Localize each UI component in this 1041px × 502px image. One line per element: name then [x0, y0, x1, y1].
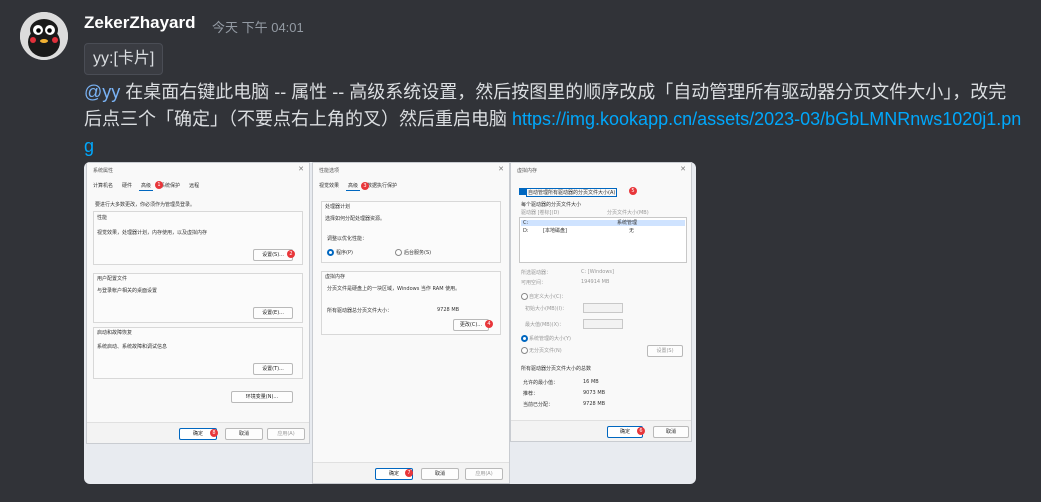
per-drive-title: 每个驱动器的分页文件大小 — [521, 202, 582, 208]
drive-label: [本地磁盘] — [543, 228, 567, 234]
window-title: 系统属性 — [93, 168, 114, 174]
admin-note: 要进行大多数更改，你必须作为管理员登录。 — [95, 202, 196, 208]
startup-recovery-desc: 系统启动、系统故障和调试信息 — [97, 344, 168, 350]
drive-letter: D: — [523, 228, 529, 234]
step-badge: 5 — [629, 187, 637, 195]
environment-variables-button[interactable]: 环境变量(N)... — [231, 391, 293, 403]
recommended-label: 推荐： — [523, 391, 539, 397]
step-badge: 4 — [485, 320, 493, 328]
drive-letter: C: — [523, 220, 529, 226]
auto-manage-label: 自动管理所有驱动器的分页文件大小(A) — [526, 188, 618, 197]
card-tag[interactable]: yy:[卡片] — [84, 43, 164, 75]
adjust-label: 调整以优化性能： — [327, 236, 368, 242]
column-drive: 驱动器 [卷标](D) — [521, 210, 560, 216]
username[interactable]: ZekerZhayard — [84, 13, 196, 33]
step-badge: 3 — [361, 182, 369, 190]
timestamp: 今天 下午 04:01 — [212, 20, 304, 35]
tab-remote[interactable]: 远程 — [187, 181, 201, 191]
set-button[interactable]: 设置(S) — [647, 345, 683, 357]
dialog-button-bar: 确定 7 取消 应用(A) — [313, 462, 509, 483]
column-size: 分页文件大小(MB) — [607, 210, 649, 216]
cancel-button[interactable]: 取消 — [421, 468, 459, 480]
custom-size-radio[interactable] — [521, 293, 528, 300]
max-size-input[interactable] — [583, 319, 623, 329]
space-label: 可用空间： — [521, 280, 547, 286]
tab-dep[interactable]: 数据执行保护 — [365, 181, 399, 191]
virtual-memory-total-label: 所有驱动器总分页文件大小： — [327, 308, 393, 314]
min-label: 允许的最小值： — [523, 380, 559, 386]
services-label: 后台服务(S) — [404, 250, 432, 256]
startup-recovery-settings-button[interactable]: 设置(T)... — [253, 363, 293, 375]
system-managed-label: 系统管理的大小(Y) — [529, 336, 571, 342]
tab-bar: 视觉效果 高级 数据执行保护 — [317, 181, 399, 191]
space-value: 194914 MB — [581, 279, 610, 285]
close-icon[interactable]: ✕ — [680, 165, 686, 173]
step-badge: 6 — [637, 427, 645, 435]
step-badge: 8 — [210, 429, 218, 437]
virtual-memory-desc: 分页文件是硬盘上的一块区域，Windows 当作 RAM 使用。 — [327, 286, 461, 292]
virtual-memory-title: 虚拟内存 — [325, 274, 346, 280]
step-badge: 7 — [405, 469, 413, 477]
window-title: 虚拟内存 — [517, 168, 538, 174]
cancel-button[interactable]: 取消 — [225, 428, 263, 440]
min-value: 16 MB — [583, 379, 599, 385]
no-paging-label: 无分页文件(N) — [529, 348, 562, 354]
virtual-memory-window: 虚拟内存 ✕ 自动管理所有驱动器的分页文件大小(A) 5 每个驱动器的分页文件大… — [510, 162, 692, 442]
drive-row-c[interactable]: C: 系统管理 — [521, 220, 685, 226]
tab-visual-effects[interactable]: 视觉效果 — [317, 181, 341, 191]
user-profile-desc: 与登录帐户相关的桌面设置 — [97, 288, 158, 294]
initial-size-label: 初始大小(MB)(I)： — [525, 306, 568, 312]
tab-computer-name[interactable]: 计算机名 — [91, 181, 115, 191]
max-size-label: 最大值(MB)(X)： — [525, 322, 564, 328]
system-managed-radio[interactable] — [521, 335, 528, 342]
close-icon[interactable]: ✕ — [498, 165, 504, 173]
mention[interactable]: @yy — [84, 82, 120, 102]
no-paging-radio[interactable] — [521, 347, 528, 354]
tab-hardware[interactable]: 硬件 — [120, 181, 134, 191]
initial-size-input[interactable] — [583, 303, 623, 313]
drive-row-d[interactable]: D: [本地磁盘] 无 — [521, 228, 685, 234]
change-button[interactable]: 更改(C)... — [453, 319, 489, 331]
avatar[interactable] — [20, 12, 68, 60]
system-properties-window: 系统属性 ✕ 计算机名 硬件 高级 系统保护 远程 1 要进行大多数更改，你必须… — [86, 162, 310, 444]
performance-options-window: 性能选项 ✕ 视觉效果 高级 数据执行保护 3 处理器计划 选择如何分配处理器资… — [312, 162, 510, 484]
processor-scheduling-desc: 选择如何分配处理器资源。 — [325, 216, 386, 222]
selected-drive-label: 所选驱动器： — [521, 270, 552, 276]
custom-size-label: 自定义大小(C)： — [529, 294, 567, 300]
recommended-value: 9073 MB — [583, 390, 606, 396]
programs-radio[interactable] — [327, 249, 334, 256]
virtual-memory-total-value: 9728 MB — [437, 307, 460, 313]
selected-drive-value: C: [Windows] — [581, 269, 614, 275]
user-profile-settings-button[interactable]: 设置(E)... — [253, 307, 293, 319]
dialog-button-bar: 确定 6 取消 — [511, 420, 691, 441]
tab-advanced[interactable]: 高级 — [139, 181, 154, 191]
current-label: 当前已分配： — [523, 402, 554, 408]
apply-button[interactable]: 应用(A) — [465, 468, 503, 480]
services-radio[interactable] — [395, 249, 402, 256]
step-badge: 1 — [155, 181, 163, 189]
dialog-button-bar: 确定 8 取消 应用(A) — [87, 422, 309, 443]
close-icon[interactable]: ✕ — [298, 165, 304, 173]
current-value: 9728 MB — [583, 401, 606, 407]
cancel-button[interactable]: 取消 — [653, 426, 689, 438]
apply-button[interactable]: 应用(A) — [267, 428, 305, 440]
auto-manage-checkbox[interactable] — [519, 188, 526, 195]
performance-desc: 视觉效果，处理器计划，内存使用，以及虚拟内存 — [97, 230, 208, 236]
drive-size: 无 — [629, 228, 635, 234]
tab-bar: 计算机名 硬件 高级 系统保护 远程 — [91, 181, 201, 191]
startup-recovery-title: 启动和故障恢复 — [97, 330, 133, 336]
window-title: 性能选项 — [319, 168, 340, 174]
performance-title: 性能 — [97, 215, 108, 221]
tab-advanced[interactable]: 高级 — [346, 181, 361, 191]
processor-scheduling-title: 处理器计划 — [325, 204, 351, 210]
message-body: @yy 在桌面右键此电脑 -- 属性 -- 高级系统设置，然后按图里的顺序改成「… — [84, 79, 1024, 160]
drive-size: 系统管理 — [617, 220, 638, 226]
attached-image[interactable]: 系统属性 ✕ 计算机名 硬件 高级 系统保护 远程 1 要进行大多数更改，你必须… — [84, 162, 696, 484]
user-profile-title: 用户配置文件 — [97, 276, 128, 282]
total-title: 所有驱动器分页文件大小的总数 — [521, 366, 592, 372]
programs-label: 程序(P) — [336, 250, 353, 256]
step-badge: 2 — [287, 250, 295, 258]
drive-list[interactable]: C: 系统管理 D: [本地磁盘] 无 — [519, 217, 687, 263]
